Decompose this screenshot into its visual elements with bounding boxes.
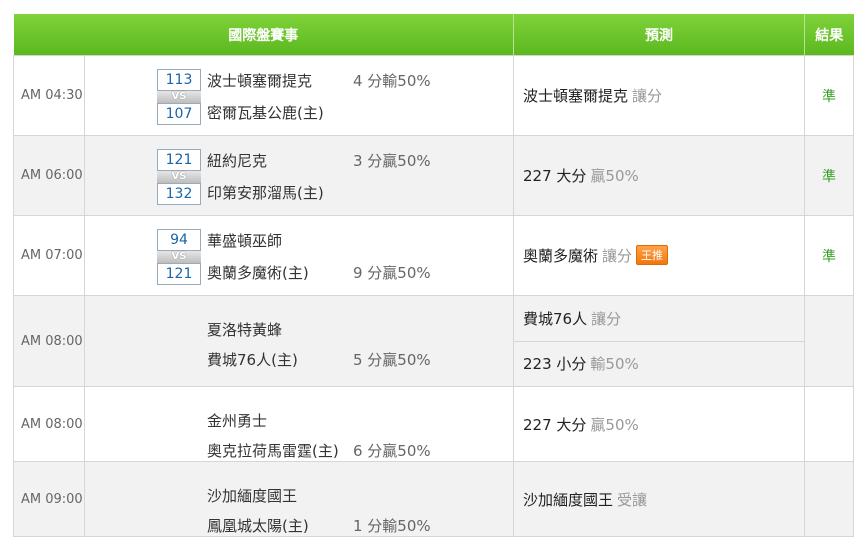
prediction-type: 讓分: [591, 309, 622, 328]
result-cell: 準: [804, 55, 854, 136]
game-time: AM 09:00: [13, 461, 85, 537]
away-team[interactable]: 紐約尼克: [207, 150, 267, 171]
table-header: 國際盤賽事 預測 結果: [13, 14, 854, 56]
game-outcome: 4 分輸50%: [353, 72, 431, 90]
home-line: 奧克拉荷馬雷霆(主) 6 分贏50%: [85, 438, 513, 462]
prediction-type: 讓分: [602, 247, 633, 265]
prediction-cell: 費城76人 讓分: [513, 295, 805, 342]
away-line: 紐約尼克 3 分贏50%: [85, 148, 513, 172]
prediction-pick: 奧蘭多魔術: [523, 247, 599, 265]
away-team[interactable]: 沙加緬度國王: [207, 485, 297, 506]
prediction-pick: 227 大分: [523, 167, 587, 185]
away-line: 沙加緬度國王: [85, 483, 513, 507]
home-team[interactable]: 奧蘭多魔術(主): [207, 262, 309, 283]
schedule-panel: 國際盤賽事 預測 結果 AM 04:30 113 VS 107 波士頓塞爾提克 …: [13, 14, 854, 537]
table-row: AM 09:00 沙加緬度國王 鳳凰城太陽(主) 1 分輸50% 沙加緬度國王受…: [13, 461, 854, 537]
result-cell: [804, 386, 854, 462]
result-cell: [804, 295, 854, 387]
header-result: 結果: [804, 14, 854, 56]
prediction-cell: 227 大分 贏50%: [513, 386, 805, 462]
game-time: AM 08:00: [13, 295, 85, 387]
prediction-cell: 沙加緬度國王 受讓: [513, 461, 805, 537]
matchup: 121 VS 132 紐約尼克 3 分贏50% 印第安那溜馬(主): [85, 136, 513, 215]
away-line: 夏洛特黃蜂: [85, 317, 513, 341]
home-team[interactable]: 印第安那溜馬(主): [207, 182, 324, 203]
game-cell: 沙加緬度國王 鳳凰城太陽(主) 1 分輸50%: [84, 461, 514, 537]
prediction-pick: 223 小分: [523, 355, 587, 374]
matchup: 夏洛特黃蜂 費城76人(主) 5 分贏50%: [85, 296, 513, 386]
game-time: AM 04:30: [13, 55, 85, 136]
home-team[interactable]: 奧克拉荷馬雷霆(主): [207, 440, 339, 461]
away-team[interactable]: 夏洛特黃蜂: [207, 319, 282, 340]
home-line: 鳳凰城太陽(主) 1 分輸50%: [85, 513, 513, 537]
game-outcome: 3 分贏50%: [353, 152, 431, 170]
game-outcome: 9 分贏50%: [353, 264, 431, 282]
games-table: 國際盤賽事 預測 結果 AM 04:30 113 VS 107 波士頓塞爾提克 …: [13, 14, 854, 537]
away-team[interactable]: 波士頓塞爾提克: [207, 70, 312, 91]
prediction-type: 贏50%: [590, 415, 639, 434]
king-pick-badge: 王推: [636, 245, 669, 265]
table-row: AM 06:00 121 VS 132 紐約尼克 3 分贏50% 印第安那溜馬(…: [13, 135, 854, 216]
prediction-type: 輸50%: [590, 355, 639, 374]
away-team[interactable]: 金州勇士: [207, 410, 267, 431]
result-cell: 準: [804, 135, 854, 216]
matchup: 金州勇士 奧克拉荷馬雷霆(主) 6 分贏50%: [85, 387, 513, 461]
prediction-pick: 費城76人: [523, 309, 588, 328]
game-time: AM 08:00: [13, 386, 85, 462]
home-team[interactable]: 鳳凰城太陽(主): [207, 515, 309, 536]
game-time: AM 06:00: [13, 135, 85, 216]
game-cell: 121 VS 132 紐約尼克 3 分贏50% 印第安那溜馬(主): [84, 135, 514, 216]
matchup: 94 VS 121 華盛頓巫師 奧蘭多魔術(主) 9 分贏50%: [85, 216, 513, 295]
home-line: 印第安那溜馬(主): [85, 180, 513, 204]
prediction-cell: 227 大分 贏50%: [513, 135, 805, 216]
header-match: 國際盤賽事: [13, 14, 514, 56]
prediction-cell: 波士頓塞爾提克 讓分: [513, 55, 805, 136]
prediction-pick: 波士頓塞爾提克: [523, 87, 629, 105]
table-body: AM 04:30 113 VS 107 波士頓塞爾提克 4 分輸50% 密爾瓦基…: [13, 55, 854, 537]
game-outcome: 6 分贏50%: [353, 442, 431, 460]
game-cell: 金州勇士 奧克拉荷馬雷霆(主) 6 分贏50%: [84, 386, 514, 462]
prediction-pick: 沙加緬度國王: [523, 490, 614, 509]
game-cell: 113 VS 107 波士頓塞爾提克 4 分輸50% 密爾瓦基公鹿(主): [84, 55, 514, 136]
table-row: AM 08:00 金州勇士 奧克拉荷馬雷霆(主) 6 分贏50% 227 大分贏…: [13, 386, 854, 462]
home-team[interactable]: 密爾瓦基公鹿(主): [207, 102, 324, 123]
table-row: AM 08:00 夏洛特黃蜂 費城76人(主) 5 分贏50% 費城76人 讓分: [13, 295, 854, 387]
result-cell: 準: [804, 215, 854, 296]
home-line: 密爾瓦基公鹿(主): [85, 100, 513, 124]
header-predict: 預測: [513, 14, 805, 56]
prediction-cell: 223 小分 輸50%: [513, 340, 805, 387]
game-time: AM 07:00: [13, 215, 85, 296]
prediction-type: 讓分: [632, 87, 663, 105]
prediction-cell: 奧蘭多魔術 讓分 王推: [513, 215, 805, 296]
home-line: 奧蘭多魔術(主) 9 分贏50%: [85, 260, 513, 284]
away-line: 金州勇士: [85, 408, 513, 432]
game-outcome: 1 分輸50%: [353, 517, 431, 535]
prediction-type: 贏50%: [590, 167, 639, 185]
home-team[interactable]: 費城76人(主): [207, 349, 298, 370]
result-cell: [804, 461, 854, 537]
away-line: 華盛頓巫師: [85, 228, 513, 252]
away-team[interactable]: 華盛頓巫師: [207, 230, 282, 251]
game-cell: 94 VS 121 華盛頓巫師 奧蘭多魔術(主) 9 分贏50%: [84, 215, 514, 296]
game-outcome: 5 分贏50%: [353, 351, 431, 369]
prediction-type: 受讓: [617, 490, 648, 509]
table-row: AM 07:00 94 VS 121 華盛頓巫師 奧蘭多魔術(主) 9 分贏50…: [13, 215, 854, 296]
home-line: 費城76人(主) 5 分贏50%: [85, 347, 513, 371]
matchup: 沙加緬度國王 鳳凰城太陽(主) 1 分輸50%: [85, 462, 513, 536]
game-cell: 夏洛特黃蜂 費城76人(主) 5 分贏50%: [84, 295, 514, 387]
away-line: 波士頓塞爾提克 4 分輸50%: [85, 68, 513, 92]
table-row: AM 04:30 113 VS 107 波士頓塞爾提克 4 分輸50% 密爾瓦基…: [13, 55, 854, 136]
prediction-pick: 227 大分: [523, 415, 587, 434]
matchup: 113 VS 107 波士頓塞爾提克 4 分輸50% 密爾瓦基公鹿(主): [85, 56, 513, 135]
